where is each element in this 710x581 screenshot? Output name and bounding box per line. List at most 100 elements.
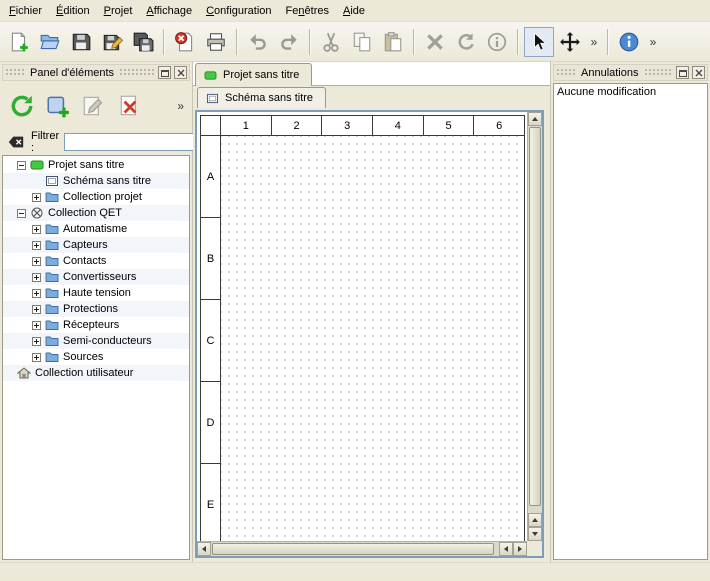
folder-icon bbox=[45, 335, 59, 347]
tree-item-convertisseurs[interactable]: Convertisseurs bbox=[3, 269, 189, 285]
save-all-button[interactable] bbox=[128, 27, 158, 57]
dock-grip[interactable] bbox=[556, 68, 576, 77]
collapse-icon[interactable] bbox=[17, 209, 26, 218]
close-panel-button[interactable] bbox=[174, 66, 187, 79]
move-arrows-icon bbox=[559, 31, 581, 53]
tree-item-semi-conducteurs[interactable]: Semi-conducteurs bbox=[3, 333, 189, 349]
scroll-left-button-2[interactable] bbox=[499, 542, 513, 556]
expand-icon[interactable] bbox=[32, 257, 41, 266]
menu-projet[interactable]: Projet bbox=[97, 0, 140, 21]
clear-filter-button[interactable] bbox=[6, 132, 26, 152]
horizontal-scrollbar[interactable] bbox=[197, 541, 527, 556]
scroll-up-button[interactable] bbox=[528, 112, 542, 126]
save-as-button[interactable] bbox=[97, 27, 127, 57]
project-icon bbox=[30, 159, 44, 171]
tree-item-schema-sans-titre[interactable]: Schéma sans titre bbox=[3, 173, 189, 189]
vertical-scroll-thumb[interactable] bbox=[529, 127, 541, 506]
menu-configuration[interactable]: Configuration bbox=[199, 0, 278, 21]
tree-item-contacts[interactable]: Contacts bbox=[3, 253, 189, 269]
column-ruler: 1 2 3 4 5 6 bbox=[221, 116, 524, 136]
scroll-up-button-2[interactable] bbox=[528, 513, 542, 527]
undo-history-list[interactable]: Aucune modification bbox=[553, 83, 708, 560]
tree-item-protections[interactable]: Protections bbox=[3, 301, 189, 317]
dock-grip[interactable] bbox=[644, 68, 674, 77]
cut-button[interactable] bbox=[316, 27, 346, 57]
expand-icon[interactable] bbox=[32, 273, 41, 282]
select-tool-button[interactable] bbox=[524, 27, 554, 57]
tree-item-label: Récepteurs bbox=[63, 319, 119, 331]
menu-aide[interactable]: Aide bbox=[336, 0, 372, 21]
element-info-button[interactable] bbox=[482, 27, 512, 57]
expand-icon[interactable] bbox=[32, 353, 41, 362]
float-panel-button[interactable] bbox=[676, 66, 689, 79]
schema-grid[interactable] bbox=[221, 136, 524, 541]
delete-button[interactable] bbox=[420, 27, 450, 57]
menu-fenetres[interactable]: Fenêtres bbox=[279, 0, 336, 21]
menu-edition[interactable]: Édition bbox=[49, 0, 97, 21]
menu-affichage[interactable]: Affichage bbox=[139, 0, 199, 21]
undo-panel-titlebar[interactable]: Annulations bbox=[553, 64, 708, 81]
reload-collections-button[interactable] bbox=[6, 90, 38, 122]
tree-item-recepteurs[interactable]: Récepteurs bbox=[3, 317, 189, 333]
dock-grip[interactable] bbox=[5, 68, 25, 77]
expand-icon[interactable] bbox=[32, 321, 41, 330]
menu-label: rojet bbox=[111, 5, 132, 17]
undo-button[interactable] bbox=[243, 27, 273, 57]
new-file-button[interactable] bbox=[4, 27, 34, 57]
tree-item-projet-sans-titre[interactable]: Projet sans titre bbox=[3, 157, 189, 173]
collapse-icon[interactable] bbox=[17, 161, 26, 170]
close-panel-button[interactable] bbox=[692, 66, 705, 79]
horizontal-scroll-thumb[interactable] bbox=[212, 543, 494, 555]
tree-item-collection-utilisateur[interactable]: Collection utilisateur bbox=[3, 365, 189, 381]
tree-item-sources[interactable]: Sources bbox=[3, 349, 189, 365]
open-file-button[interactable] bbox=[35, 27, 65, 57]
new-element-button[interactable] bbox=[42, 90, 74, 122]
filter-input[interactable] bbox=[64, 133, 214, 151]
tree-item-collection-projet[interactable]: Collection projet bbox=[3, 189, 189, 205]
menu-fichier[interactable]: Fichier bbox=[2, 0, 49, 21]
expand-icon[interactable] bbox=[32, 193, 41, 202]
save-button[interactable] bbox=[66, 27, 96, 57]
scroll-down-button[interactable] bbox=[528, 527, 542, 541]
expand-icon[interactable] bbox=[32, 305, 41, 314]
tab-schema-sans-titre[interactable]: Schéma sans titre bbox=[197, 87, 326, 108]
tree-item-haute-tension[interactable]: Haute tension bbox=[3, 285, 189, 301]
float-panel-button[interactable] bbox=[158, 66, 171, 79]
tree-item-label: Collection QET bbox=[48, 207, 122, 219]
expand-icon[interactable] bbox=[32, 225, 41, 234]
edit-element-button[interactable] bbox=[78, 90, 110, 122]
schema-canvas[interactable]: 1 2 3 4 5 6 A B C D E bbox=[197, 112, 527, 541]
tree-item-label: Collection utilisateur bbox=[35, 367, 133, 379]
move-tool-button[interactable] bbox=[555, 27, 585, 57]
about-button[interactable] bbox=[614, 27, 644, 57]
toolbar-overflow-button-2[interactable]: » bbox=[645, 27, 661, 57]
cursor-arrow-icon bbox=[528, 31, 550, 53]
expand-icon[interactable] bbox=[32, 289, 41, 298]
tree-item-automatisme[interactable]: Automatisme bbox=[3, 221, 189, 237]
row-header: B bbox=[201, 218, 220, 300]
save-all-icon bbox=[132, 31, 154, 53]
delete-element-button[interactable] bbox=[114, 90, 146, 122]
rotate-button[interactable] bbox=[451, 27, 481, 57]
copy-button[interactable] bbox=[347, 27, 377, 57]
undo-panel: Annulations Aucune modification bbox=[550, 62, 710, 562]
column-header: 6 bbox=[474, 116, 524, 135]
menu-label: É bbox=[56, 5, 63, 17]
folder-icon bbox=[45, 271, 59, 283]
close-file-button[interactable] bbox=[170, 27, 200, 57]
expand-icon[interactable] bbox=[32, 241, 41, 250]
elements-panel-titlebar[interactable]: Panel d'éléments bbox=[2, 64, 190, 81]
expand-icon[interactable] bbox=[32, 337, 41, 346]
tab-projet-sans-titre[interactable]: Projet sans titre bbox=[195, 63, 312, 86]
tree-item-collection-qet[interactable]: Collection QET bbox=[3, 205, 189, 221]
scroll-left-button[interactable] bbox=[197, 542, 211, 556]
dock-grip[interactable] bbox=[119, 68, 155, 77]
tree-item-capteurs[interactable]: Capteurs bbox=[3, 237, 189, 253]
elements-toolbar-overflow-button[interactable]: » bbox=[177, 99, 186, 113]
toolbar-overflow-button[interactable]: » bbox=[586, 27, 602, 57]
scroll-right-button[interactable] bbox=[513, 542, 527, 556]
vertical-scrollbar[interactable] bbox=[527, 112, 542, 541]
paste-button[interactable] bbox=[378, 27, 408, 57]
redo-button[interactable] bbox=[274, 27, 304, 57]
print-button[interactable] bbox=[201, 27, 231, 57]
